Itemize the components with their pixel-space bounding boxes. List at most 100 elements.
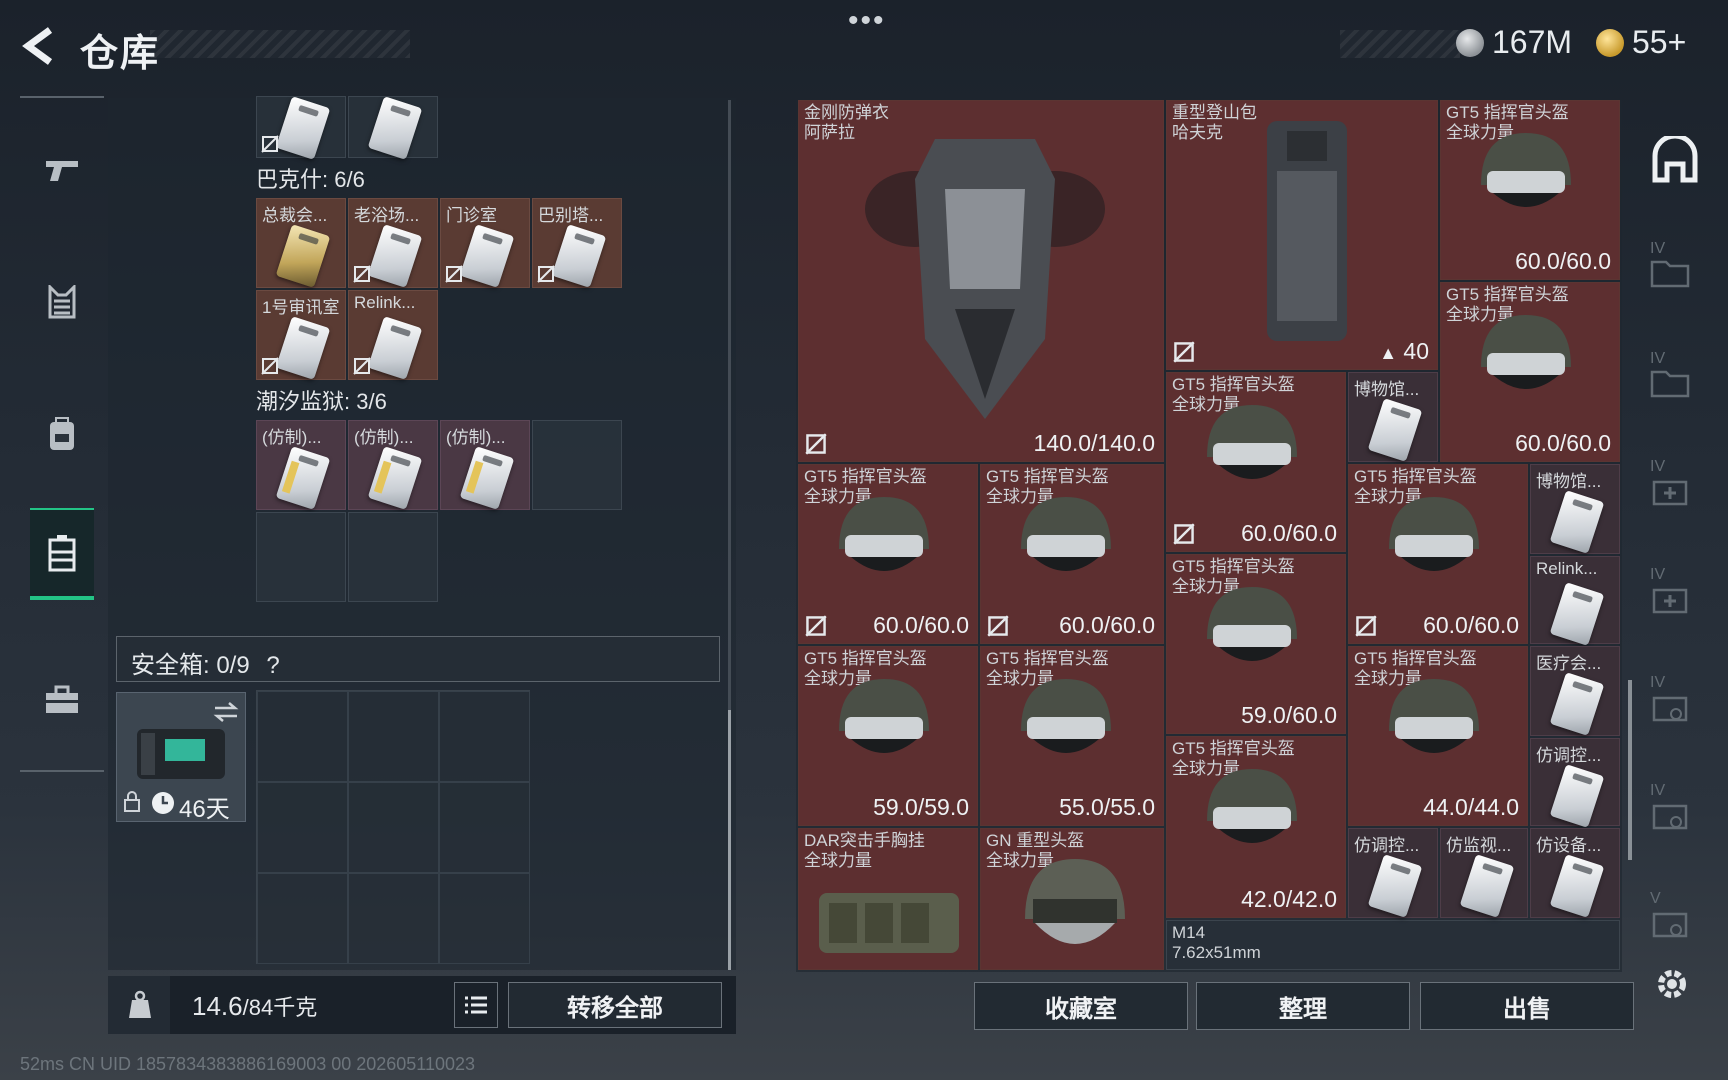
helmet-item[interactable]: GT5 指挥官头盔 全球力量 60.0/60.0	[798, 464, 978, 644]
key-item[interactable]: 仿调控...	[1530, 738, 1620, 828]
safe-slot[interactable]	[439, 691, 530, 782]
key-slot[interactable]: 巴别塔...	[532, 198, 622, 288]
stash-scrollbar[interactable]	[1628, 680, 1632, 860]
key-item[interactable]: 仿设备...	[1530, 828, 1620, 918]
safe-slot[interactable]	[348, 691, 439, 782]
tab-armor[interactable]	[30, 256, 94, 348]
key-item[interactable]: Relink...	[1530, 556, 1620, 646]
heavy-helmet-icon	[1025, 859, 1125, 944]
safe-box-grid	[256, 690, 530, 964]
ammo-item[interactable]: M14 7.62x51mm	[1166, 920, 1620, 970]
storage-tab-1[interactable]: IV	[1650, 240, 1700, 290]
key-slot[interactable]	[348, 96, 438, 160]
settings-gear-icon[interactable]	[1652, 964, 1702, 1014]
storage-tab-4[interactable]: IV	[1650, 566, 1700, 616]
safe-slot[interactable]	[439, 782, 530, 873]
gold-coin-icon	[1596, 28, 1624, 57]
backpack-item[interactable]: 重型登山包 哈夫克 ▲ 40	[1166, 100, 1438, 370]
key-slot[interactable]: 1号审讯室	[256, 290, 346, 380]
safe-box-header: 安全箱: 0/9 ?	[116, 636, 720, 682]
gear-box-icon	[1652, 804, 1688, 830]
safe-slot[interactable]	[348, 782, 439, 873]
vest-icon	[48, 285, 76, 319]
tab-weapons[interactable]	[30, 124, 94, 216]
bound-icon	[445, 265, 463, 283]
tidal-prison-label: 潮汐监狱: 3/6	[256, 389, 387, 414]
helmet-item[interactable]: GT5 指挥官头盔 全球力量 59.0/60.0	[1166, 554, 1346, 734]
empty-slot[interactable]	[348, 512, 438, 602]
weight-lock-box	[108, 976, 170, 1034]
safe-slot[interactable]	[257, 873, 348, 964]
safe-box-days: 46天	[179, 796, 230, 823]
item-name: GT5 指挥官头盔	[1172, 375, 1295, 394]
collection-room-button[interactable]: 收藏室	[974, 982, 1188, 1030]
key-item[interactable]: 博物馆...	[1530, 464, 1620, 554]
key-slot[interactable]	[256, 96, 346, 160]
key-item[interactable]: 仿监视...	[1440, 828, 1528, 918]
helmet-item[interactable]: GT5 指挥官头盔 全球力量 55.0/55.0	[980, 646, 1164, 826]
key-slot[interactable]: 老浴场...	[348, 198, 438, 288]
briefcase-icon	[46, 685, 78, 713]
page-title: 仓库	[80, 33, 161, 75]
helmet-item[interactable]: GT5 指挥官头盔 全球力量 60.0/60.0	[1440, 100, 1620, 280]
key-slot[interactable]: (仿制)...	[348, 420, 438, 510]
help-icon[interactable]: ?	[266, 652, 279, 679]
key-slot[interactable]: Relink...	[348, 290, 438, 380]
armor-item[interactable]: 金刚防弹衣 阿萨拉 140.0/140.0	[798, 100, 1164, 462]
storage-tab-3[interactable]: IV	[1650, 458, 1700, 508]
list-view-button[interactable]	[454, 982, 498, 1028]
helmet-item[interactable]: GT5 指挥官头盔 全球力量 59.0/59.0	[798, 646, 978, 826]
safe-slot[interactable]	[439, 873, 530, 964]
tab-toolbox[interactable]	[30, 654, 94, 746]
key-slot[interactable]: 总裁会...	[256, 198, 346, 288]
key-name: Relink...	[1536, 559, 1598, 578]
tab-containers[interactable]	[30, 508, 94, 600]
storage-tab-6[interactable]: IV	[1650, 782, 1700, 832]
key-slot[interactable]: 门诊室	[440, 198, 530, 288]
storage-tab-2[interactable]: IV	[1650, 350, 1700, 400]
safe-box-case[interactable]: 46天	[116, 692, 246, 823]
container-scrollbar[interactable]	[728, 710, 731, 970]
back-arrow-icon[interactable]	[20, 26, 60, 66]
storage-tab-7[interactable]: V	[1650, 890, 1700, 940]
key-item[interactable]: 医疗会...	[1530, 646, 1620, 736]
key-slot[interactable]: (仿制)...	[256, 420, 346, 510]
key-item[interactable]: 仿调控...	[1348, 828, 1438, 918]
helmet-item[interactable]: GT5 指挥官头盔 全球力量 44.0/44.0	[1348, 646, 1528, 826]
more-options-icon[interactable]: •••	[848, 4, 886, 38]
swap-icon[interactable]	[213, 701, 239, 723]
storage-tab-5[interactable]: IV	[1650, 674, 1700, 724]
chest-rig-icon	[819, 893, 959, 953]
heavy-helmet-item[interactable]: GN 重型头盔 全球力量	[980, 828, 1164, 970]
safe-slot[interactable]	[257, 691, 348, 782]
chest-rig-item[interactable]: DAR突击手胸挂 全球力量	[798, 828, 978, 970]
silver-coin-icon	[1456, 28, 1484, 57]
key-slot[interactable]: (仿制)...	[440, 420, 530, 510]
item-caliber: 7.62x51mm	[1172, 943, 1261, 962]
helmet-item[interactable]: GT5 指挥官头盔 全球力量 60.0/60.0	[1166, 372, 1346, 552]
safe-slot[interactable]	[348, 873, 439, 964]
tab-backpack[interactable]	[30, 388, 94, 480]
sell-button[interactable]: 出售	[1420, 982, 1634, 1030]
helmet-item[interactable]: GT5 指挥官头盔 全球力量 60.0/60.0	[980, 464, 1164, 644]
bound-icon	[353, 265, 371, 283]
key-item[interactable]: 博物馆...	[1348, 372, 1438, 462]
helmet-item[interactable]: GT5 指挥官头盔 全球力量 60.0/60.0	[1348, 464, 1528, 644]
empty-slot[interactable]	[256, 512, 346, 602]
folder-icon	[1650, 260, 1690, 288]
backpack-icon	[50, 417, 74, 450]
clock-icon	[152, 792, 174, 814]
sort-button[interactable]: 整理	[1196, 982, 1410, 1030]
item-durability: 60.0/60.0	[1059, 612, 1155, 638]
warehouse-main-icon[interactable]	[1650, 133, 1700, 186]
bound-icon	[537, 265, 555, 283]
helmet-item[interactable]: GT5 指挥官头盔 全球力量 60.0/60.0	[1440, 282, 1620, 462]
key-name: (仿制)...	[446, 428, 506, 447]
item-name: M14	[1172, 923, 1206, 942]
empty-slot[interactable]	[532, 420, 622, 510]
transfer-all-button[interactable]: 转移全部	[508, 982, 722, 1028]
helmet-item[interactable]: GT5 指挥官头盔 全球力量 42.0/42.0	[1166, 736, 1346, 918]
safe-slot[interactable]	[257, 782, 348, 873]
folder-icon	[1650, 370, 1690, 398]
item-name: GT5 指挥官头盔	[1354, 649, 1477, 668]
